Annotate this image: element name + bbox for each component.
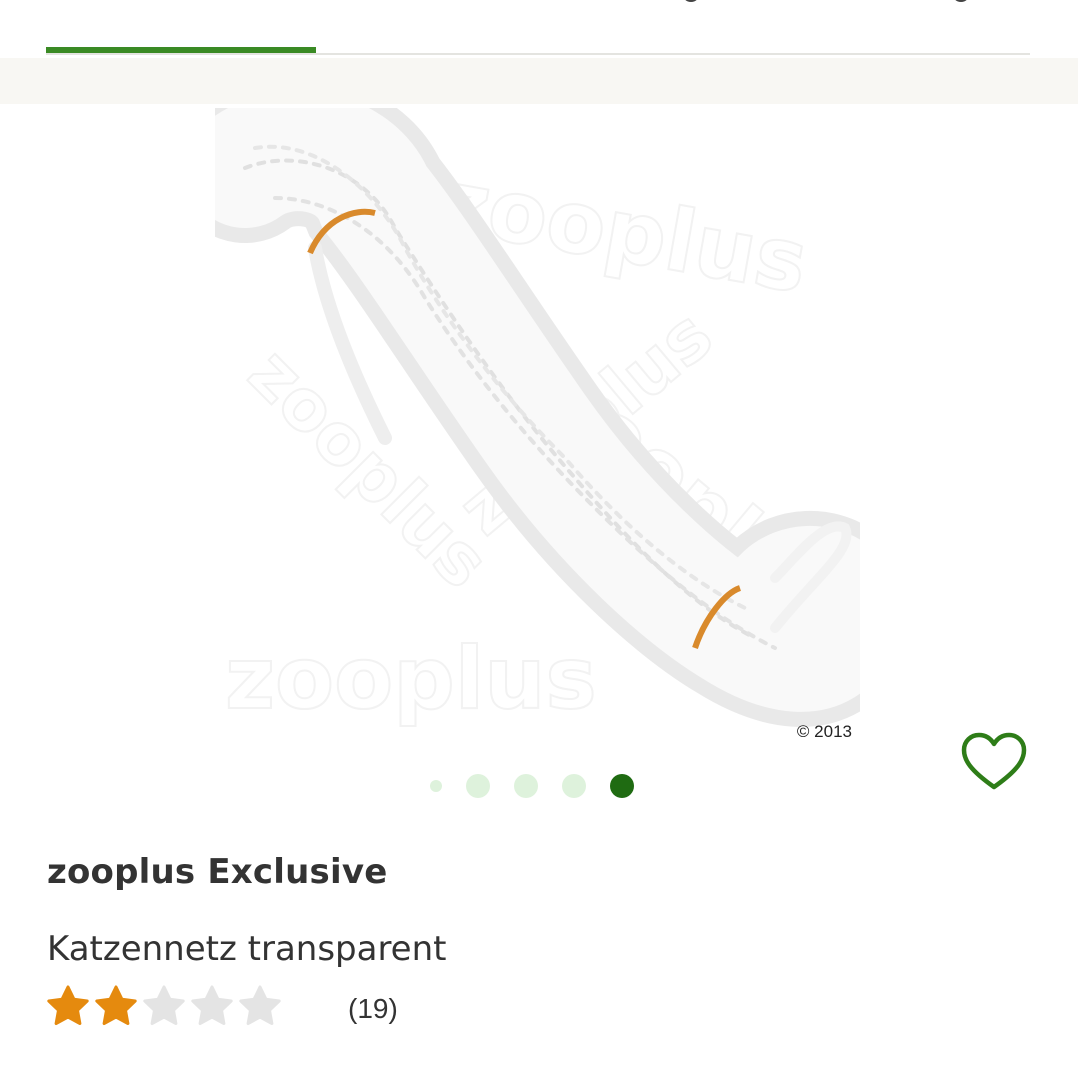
- gallery-pagination: [0, 772, 1078, 800]
- product-brand[interactable]: zooplus Exclusive: [47, 852, 387, 892]
- rope-bundle-image: zooplus zooplus zooplus zooplus zooplus: [215, 108, 860, 750]
- star-empty-icon: [191, 985, 233, 1025]
- tab-bar: [0, 0, 1078, 56]
- rating-stars[interactable]: [45, 984, 285, 1030]
- tab-active-indicator[interactable]: [46, 47, 316, 53]
- star-filled-icon: [95, 985, 137, 1025]
- star-filled-icon: [47, 985, 89, 1025]
- review-count[interactable]: (19): [348, 993, 398, 1025]
- gallery-dot[interactable]: [514, 774, 538, 798]
- tab-label-glyph: [952, 0, 970, 2]
- star-empty-icon: [143, 985, 185, 1025]
- product-title: Katzennetz transparent: [47, 929, 447, 969]
- tab-underline: [46, 53, 1030, 55]
- copyright-notice: © 2013: [796, 722, 852, 741]
- gallery-dot[interactable]: [430, 780, 442, 792]
- gallery-dot[interactable]: [562, 774, 586, 798]
- gallery-dot[interactable]: [466, 774, 490, 798]
- product-image[interactable]: zooplus zooplus zooplus zooplus zooplus …: [215, 108, 860, 750]
- section-band: [0, 58, 1078, 104]
- watermark-text: zooplus: [225, 629, 597, 729]
- gallery-dot-active[interactable]: [610, 774, 634, 798]
- star-empty-icon: [239, 985, 281, 1025]
- tab-label-glyph: [682, 0, 700, 2]
